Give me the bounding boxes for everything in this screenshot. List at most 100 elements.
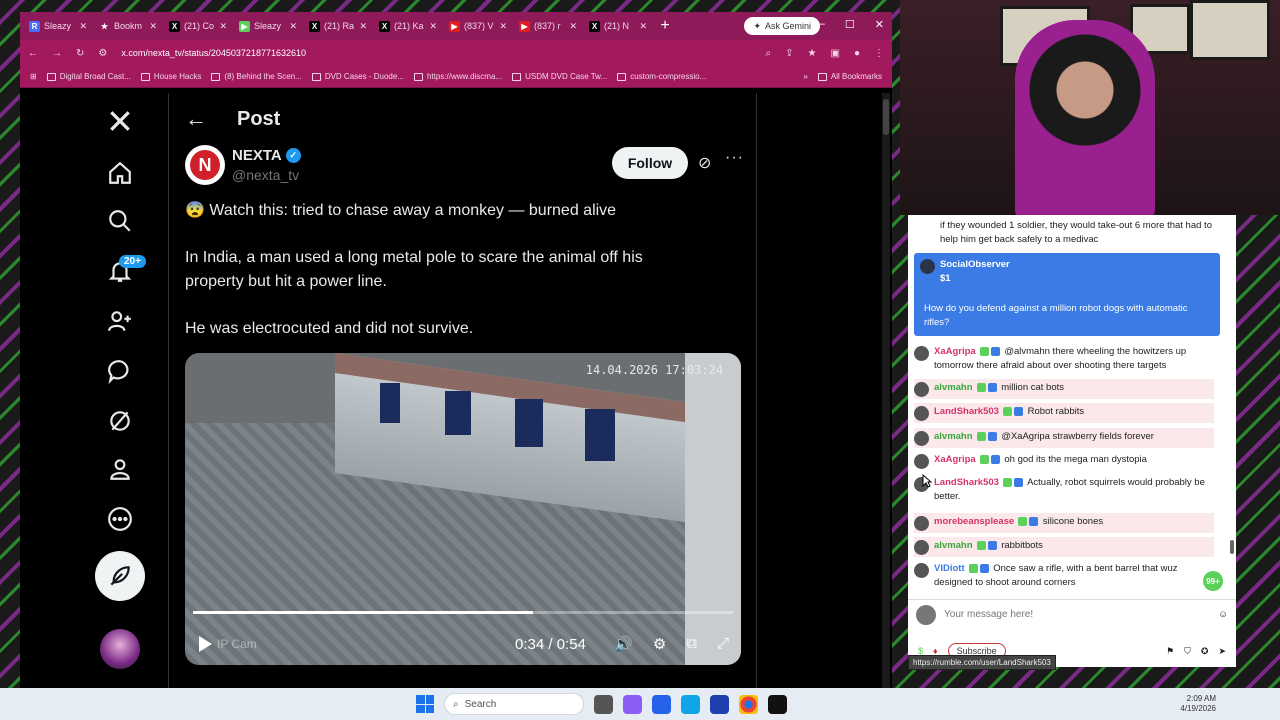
author-name[interactable]: NEXTA — [232, 147, 282, 164]
bookmark-item[interactable]: (8) Behind the Scen... — [211, 72, 302, 81]
chat-username[interactable]: alvmahn — [934, 382, 973, 393]
browser-tab[interactable]: X (21) Co ✕ — [164, 14, 232, 38]
store-icon[interactable] — [710, 694, 729, 714]
grok-explain-icon[interactable]: ⊘ — [698, 153, 711, 173]
bookmark-item[interactable]: USDM DVD Case Tw... — [512, 72, 607, 81]
fullscreen-icon[interactable]: ⤢ — [717, 635, 729, 653]
chat-avatar[interactable] — [914, 382, 929, 397]
apps-icon[interactable]: ⊞ — [30, 72, 37, 81]
bookmark-item[interactable]: House Hacks — [140, 72, 201, 81]
maximize-icon[interactable]: ☐ — [845, 18, 855, 31]
bookmark-star-icon[interactable]: ★ — [808, 48, 817, 59]
chat-avatar[interactable] — [914, 516, 929, 531]
emoji-icon[interactable]: ☺ — [1218, 609, 1228, 620]
chat-scrollbar[interactable] — [1230, 215, 1234, 595]
minimize-icon[interactable]: — — [814, 18, 825, 31]
chat-username[interactable]: XaAgripa — [934, 454, 976, 465]
tab-close-icon[interactable]: ✕ — [149, 21, 157, 32]
chat-message-input[interactable]: Your message here! — [944, 609, 1210, 620]
tab-close-icon[interactable]: ✕ — [79, 21, 87, 32]
shield-icon[interactable]: ⛉ — [1184, 646, 1191, 657]
volume-icon[interactable]: 🔊 — [614, 635, 633, 653]
back-icon[interactable]: ← — [28, 48, 38, 59]
browser-tab[interactable]: ▶ Sleazy ✕ — [234, 14, 302, 38]
edge-icon[interactable] — [681, 694, 700, 714]
chat-avatar[interactable] — [914, 540, 929, 555]
unread-count-badge[interactable]: 99+ — [1203, 571, 1223, 591]
settings-gear-icon[interactable]: ⚙ — [653, 635, 666, 653]
reload-icon[interactable]: ↻ — [76, 48, 84, 59]
menu-icon[interactable]: ⋮ — [874, 48, 884, 59]
home-icon[interactable] — [100, 153, 140, 193]
chat-username[interactable]: VIDiott — [934, 563, 965, 574]
copilot-icon[interactable] — [623, 694, 642, 714]
chat-username[interactable]: XaAgripa — [934, 346, 976, 357]
sidebar-icon[interactable]: ▣ — [831, 48, 840, 59]
tab-close-icon[interactable]: ✕ — [359, 21, 367, 32]
chat-username[interactable]: alvmahn — [934, 431, 973, 442]
author-handle[interactable]: @nexta_tv — [232, 167, 299, 183]
tab-close-icon[interactable]: ✕ — [639, 21, 647, 32]
obs-icon[interactable] — [768, 694, 787, 714]
chat-avatar[interactable] — [914, 431, 929, 446]
close-icon[interactable]: ✕ — [875, 18, 884, 31]
bookmark-item[interactable]: custom-compressio... — [617, 72, 706, 81]
post-more-icon[interactable]: ··· — [725, 149, 744, 167]
messages-icon[interactable] — [100, 351, 140, 391]
site-info-icon[interactable]: ⚙ — [98, 48, 107, 59]
bookmark-item[interactable]: DVD Cases - Duode... — [311, 72, 404, 81]
browser-tab[interactable]: R Sleazy ✕ — [24, 14, 92, 38]
author-avatar[interactable]: N — [185, 145, 225, 185]
play-icon[interactable] — [199, 636, 212, 652]
tab-close-icon[interactable]: ✕ — [499, 21, 507, 32]
system-clock[interactable]: 2:09 AM 4/19/2026 — [1180, 694, 1216, 714]
all-bookmarks-button[interactable]: All Bookmarks — [817, 72, 882, 81]
browser-tab[interactable]: ★ Bookm ✕ — [94, 14, 162, 38]
chat-avatar[interactable] — [914, 563, 929, 578]
compose-post-button[interactable] — [95, 551, 145, 601]
follow-button[interactable]: Follow — [612, 147, 688, 179]
tab-close-icon[interactable]: ✕ — [429, 21, 437, 32]
video-progress-bar[interactable] — [193, 611, 733, 614]
forward-icon[interactable]: → — [52, 48, 62, 59]
chat-avatar[interactable] — [914, 346, 929, 361]
tab-close-icon[interactable]: ✕ — [569, 21, 577, 32]
back-arrow-icon[interactable]: ← — [185, 106, 207, 132]
zoom-icon[interactable]: ⌕ — [766, 48, 772, 59]
browser-tab[interactable]: ▶ (837) r ✕ — [514, 14, 582, 38]
follow-people-icon[interactable] — [100, 301, 140, 341]
chat-username[interactable]: LandShark503 — [934, 477, 999, 488]
profile-icon[interactable]: ● — [854, 48, 860, 59]
share-icon[interactable]: ⇪ — [785, 48, 793, 59]
chat-avatar[interactable] — [914, 454, 929, 469]
ask-gemini-button[interactable]: ✦ Ask Gemini — [744, 17, 820, 35]
account-avatar[interactable] — [100, 629, 140, 669]
pip-icon[interactable]: ⧉ — [686, 635, 697, 653]
page-scrollbar[interactable] — [882, 93, 890, 688]
badge-icon[interactable]: ✪ — [1201, 646, 1209, 657]
chat-username[interactable]: LandShark503 — [934, 406, 999, 417]
profile-person-icon[interactable] — [100, 449, 140, 489]
tab-close-icon[interactable]: ✕ — [289, 21, 297, 32]
search-icon[interactable] — [100, 201, 140, 241]
start-icon[interactable] — [416, 695, 434, 713]
tip-user[interactable]: SocialObserver — [940, 259, 1010, 270]
task-view-icon[interactable] — [594, 694, 613, 714]
x-logo-icon[interactable] — [100, 101, 140, 141]
new-tab-icon[interactable]: + — [654, 17, 676, 35]
flag-icon[interactable]: ⚑ — [1166, 646, 1174, 657]
grok-icon[interactable] — [100, 401, 140, 441]
more-bookmarks-icon[interactable]: » — [803, 72, 807, 81]
browser-tab[interactable]: X (21) Ra ✕ — [304, 14, 372, 38]
browser-tab[interactable]: ▶ (837) V ✕ — [444, 14, 512, 38]
chrome-icon[interactable] — [739, 694, 758, 714]
browser-tab[interactable]: X (21) N ✕ — [584, 14, 652, 38]
video-player[interactable]: 14.04.2026 17:03:24 IP Cam 0:34 / 0:54 🔊… — [185, 353, 741, 665]
tab-close-icon[interactable]: ✕ — [219, 21, 227, 32]
chat-username[interactable]: morebeansplease — [934, 516, 1014, 527]
send-icon[interactable]: ➤ — [1218, 646, 1226, 657]
chat-avatar[interactable] — [914, 406, 929, 421]
url-field[interactable]: x.com/nexta_tv/status/204503721877163261… — [121, 48, 751, 58]
more-options-icon[interactable] — [100, 499, 140, 539]
bookmark-item[interactable]: Digital Broad Cast... — [46, 72, 131, 81]
